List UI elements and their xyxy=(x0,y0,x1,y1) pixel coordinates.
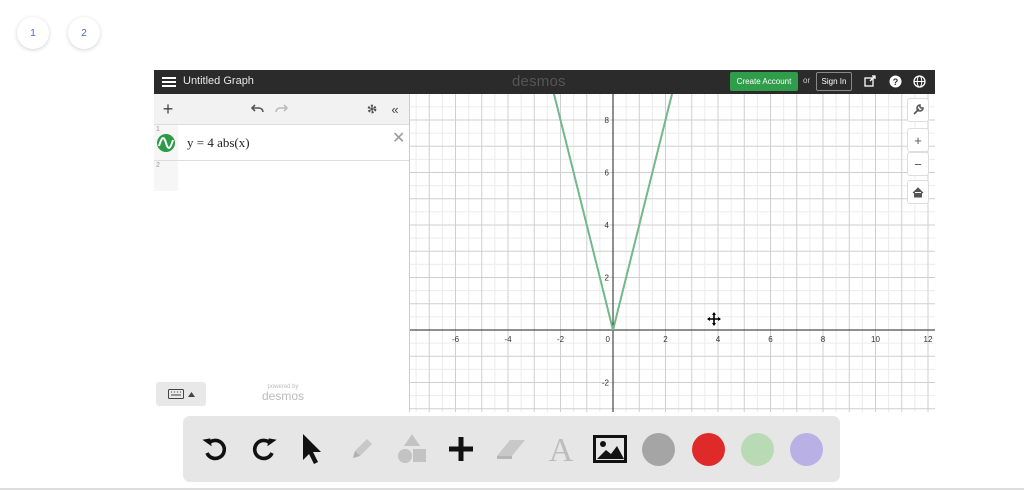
page-tab-2[interactable]: 2 xyxy=(68,17,100,49)
expression-index: 2 xyxy=(156,162,160,169)
expression-index: 1 xyxy=(156,126,160,133)
svg-text:?: ? xyxy=(892,77,898,87)
expression-panel: + « 1 y = 4 abs(x) ✕ 2 powered by desmos xyxy=(154,94,410,412)
undo-icon[interactable] xyxy=(198,432,232,466)
x-tick-label: -4 xyxy=(504,335,512,344)
pointer-icon[interactable] xyxy=(295,432,329,466)
x-tick-label: 12 xyxy=(924,335,933,344)
eraser-icon[interactable] xyxy=(494,432,528,466)
help-icon[interactable]: ? xyxy=(888,74,902,88)
wrench-icon[interactable] xyxy=(907,98,929,122)
expression-row[interactable]: 1 y = 4 abs(x) ✕ xyxy=(154,125,409,161)
expression-gutter: 1 xyxy=(154,125,178,160)
create-account-button[interactable]: Create Account xyxy=(730,72,798,91)
image-icon[interactable] xyxy=(593,432,627,466)
major-grid xyxy=(410,94,935,412)
graph-title[interactable]: Untitled Graph xyxy=(183,75,254,87)
hamburger-menu-icon[interactable] xyxy=(162,75,176,89)
x-tick-label: -2 xyxy=(557,335,565,344)
text-icon[interactable]: A xyxy=(544,432,578,466)
delete-expression-icon[interactable]: ✕ xyxy=(392,128,405,148)
x-tick-label: -6 xyxy=(452,335,460,344)
zoom-out-icon[interactable]: − xyxy=(907,152,929,176)
color-swatch-lavender[interactable] xyxy=(790,433,823,466)
sign-in-button[interactable]: Sign In xyxy=(816,72,852,91)
plus-icon[interactable] xyxy=(444,432,478,466)
zoom-in-icon[interactable]: + xyxy=(907,128,929,152)
x-tick-label: 8 xyxy=(821,335,826,344)
color-swatch-gray[interactable] xyxy=(642,433,675,466)
caret-up-icon xyxy=(187,391,195,397)
y-tick-label: -2 xyxy=(602,379,610,388)
keyboard-icon xyxy=(167,389,184,399)
y-tick-label: 6 xyxy=(605,169,610,178)
top-bar: Untitled Graph desmos Create Account or … xyxy=(154,70,935,94)
x-tick-label: 2 xyxy=(663,335,668,344)
desmos-logo: desmos xyxy=(512,73,566,90)
whiteboard-toolbar: A xyxy=(183,416,840,482)
svg-text:A: A xyxy=(549,433,574,465)
powered-by-brand: desmos xyxy=(262,389,305,403)
globe-icon[interactable] xyxy=(912,74,926,88)
pencil-icon[interactable] xyxy=(345,432,379,466)
y-tick-label: 2 xyxy=(605,274,610,283)
color-swatch-light-green[interactable] xyxy=(741,433,774,466)
redo-icon[interactable] xyxy=(274,101,288,117)
collapse-panel-icon[interactable]: « xyxy=(388,101,402,117)
x-tick-label: 10 xyxy=(871,335,880,344)
expression-toolbar: + « xyxy=(154,94,409,125)
y-tick-label: 4 xyxy=(605,221,610,230)
x-tick-label: 0 xyxy=(606,335,611,344)
settings-gear-icon[interactable] xyxy=(365,101,379,117)
page-tab-1[interactable]: 1 xyxy=(17,17,49,49)
color-swatch-red[interactable] xyxy=(692,433,725,466)
add-expression-icon[interactable]: + xyxy=(161,99,175,119)
redo-icon[interactable] xyxy=(247,432,281,466)
powered-by-desmos: powered by desmos xyxy=(262,384,304,403)
or-label: or xyxy=(803,76,811,85)
shapes-icon[interactable] xyxy=(395,432,429,466)
desmos-app: Untitled Graph desmos Create Account or … xyxy=(154,70,935,412)
y-tick-label: 8 xyxy=(605,116,610,125)
minor-grid xyxy=(410,94,935,412)
graph-canvas[interactable]: -6 -4 -2 0 2 4 6 8 10 12 8 6 4 2 -2 xyxy=(410,94,935,412)
share-icon[interactable] xyxy=(863,74,877,88)
home-icon[interactable] xyxy=(907,180,929,204)
undo-icon[interactable] xyxy=(250,101,264,117)
x-tick-label: 6 xyxy=(768,335,773,344)
graph-color-icon[interactable] xyxy=(156,133,176,153)
keypad-toggle-button[interactable] xyxy=(156,382,206,406)
expression-formula[interactable]: y = 4 abs(x) xyxy=(187,135,250,151)
move-cursor-icon xyxy=(707,312,721,326)
empty-expression-row[interactable]: 2 xyxy=(154,161,178,191)
axes xyxy=(410,94,935,412)
x-tick-label: 4 xyxy=(716,335,721,344)
